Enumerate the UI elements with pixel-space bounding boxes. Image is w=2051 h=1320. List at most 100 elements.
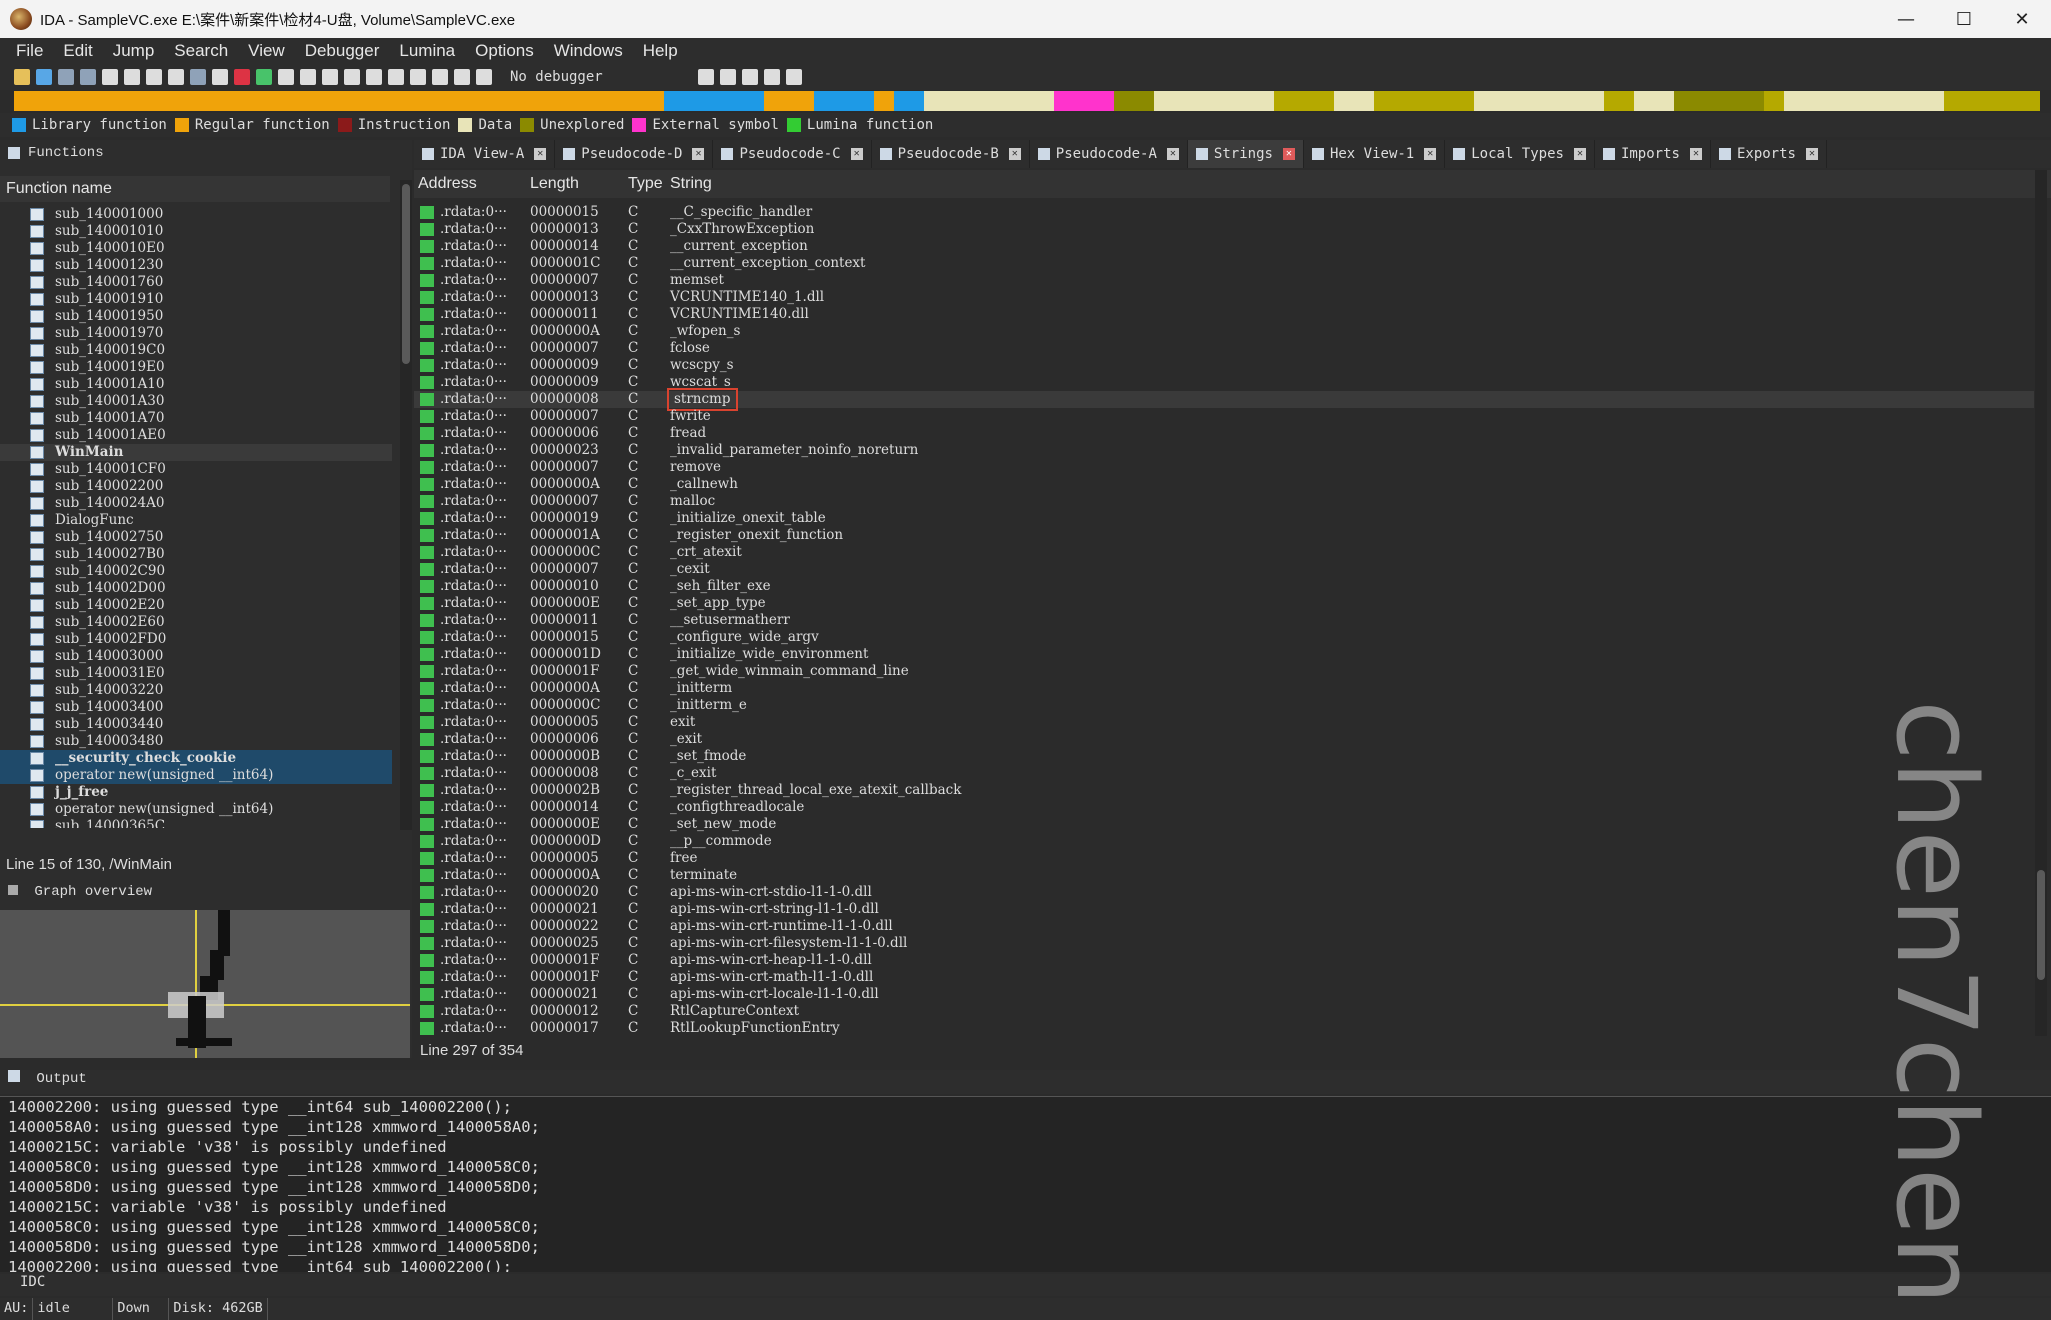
string-row[interactable]: .rdata:0··· 00000021 Capi-ms-win-crt-strin… [414, 901, 2034, 918]
string-row[interactable]: .rdata:0··· 0000000B C _set_fmode [414, 748, 2034, 765]
function-list-item[interactable]: operator new(unsigned __int64) [0, 801, 392, 818]
string-row[interactable]: .rdata:0··· 00000007 Cfwrite [414, 408, 2034, 425]
string-row[interactable]: .rdata:0··· 0000001C C __current_exception_… [414, 255, 2034, 272]
struct-icon[interactable] [344, 69, 360, 85]
string-row[interactable]: .rdata:0··· 0000000C C _initterm_e [414, 697, 2034, 714]
string-row[interactable]: .rdata:0··· 00000006 Cfread [414, 425, 2034, 442]
tab-pseudocode-b[interactable]: Pseudocode-B ✕ [872, 140, 1030, 168]
menu-search[interactable]: Search [164, 41, 238, 61]
function-list-item[interactable]: sub_140002C90 [0, 563, 392, 580]
function-list-item[interactable]: sub_140003000 [0, 648, 392, 665]
string-row[interactable]: .rdata:0··· 0000000E C _set_new_mode [414, 816, 2034, 833]
string-row[interactable]: .rdata:0··· 00000007 Cfclose [414, 340, 2034, 357]
string-row[interactable]: .rdata:0··· 00000022 Capi-ms-win-crt-runti… [414, 918, 2034, 935]
back-icon[interactable] [58, 69, 74, 85]
tab-imports[interactable]: Imports ✕ [1595, 140, 1711, 168]
function-list-item[interactable]: DialogFunc [0, 512, 392, 529]
string-row[interactable]: .rdata:0··· 00000014 C _configthreadlocale [414, 799, 2034, 816]
menu-debugger[interactable]: Debugger [295, 41, 390, 61]
graph-overview-canvas[interactable] [0, 910, 410, 1058]
string-row[interactable]: .rdata:0··· 0000000A C _initterm [414, 680, 2034, 697]
function-list-item[interactable]: sub_140001A30 [0, 393, 392, 410]
maximize-button[interactable]: ☐ [1935, 0, 1993, 38]
search-binary-icon[interactable] [124, 69, 140, 85]
function-list-item[interactable]: sub_140002E60 [0, 614, 392, 631]
string-row[interactable]: .rdata:0··· 00000025 Capi-ms-win-crt-files… [414, 935, 2034, 952]
string-row[interactable]: .rdata:0··· 00000006 C _exit [414, 731, 2034, 748]
menu-windows[interactable]: Windows [544, 41, 633, 61]
stop-debug-icon[interactable] [476, 69, 492, 85]
column-type[interactable]: Type [628, 175, 670, 193]
menu-file[interactable]: File [6, 41, 53, 61]
string-row[interactable]: .rdata:0··· 00000010 C _seh_filter_exe [414, 578, 2034, 595]
string-row[interactable]: .rdata:0··· 0000000D C __p__commode [414, 833, 2034, 850]
idc-command-line[interactable]: IDC [0, 1274, 2051, 1296]
outdent-icon[interactable] [786, 69, 802, 85]
search-next-icon[interactable] [168, 69, 184, 85]
string-row[interactable]: .rdata:0··· 0000000A Cterminate [414, 867, 2034, 884]
function-list-item[interactable]: sub_1400019C0 [0, 342, 392, 359]
stop-icon[interactable] [234, 69, 250, 85]
column-string[interactable]: String [670, 175, 712, 193]
close-tab-icon[interactable]: ✕ [1573, 148, 1586, 160]
function-list-item[interactable]: sub_140003440 [0, 716, 392, 733]
string-row[interactable]: .rdata:0··· 0000000E C _set_app_type [414, 595, 2034, 612]
function-list-item[interactable]: sub_140001910 [0, 291, 392, 308]
breakpoint-icon[interactable] [410, 69, 426, 85]
patch-icon[interactable] [388, 69, 404, 85]
forward-icon[interactable] [80, 69, 96, 85]
undefine-icon[interactable] [322, 69, 338, 85]
string-row[interactable]: .rdata:0··· 00000015 C _configure_wide_argv [414, 629, 2034, 646]
close-window-button[interactable]: ✕ [1993, 0, 2051, 38]
function-list-item[interactable]: sub_140002750 [0, 529, 392, 546]
function-list-item[interactable]: sub_1400027B0 [0, 546, 392, 563]
function-list-item[interactable]: sub_1400010E0 [0, 240, 392, 257]
string-row[interactable]: .rdata:0··· 0000000A C _callnewh [414, 476, 2034, 493]
string-row[interactable]: .rdata:0··· 0000000C C _crt_atexit [414, 544, 2034, 561]
debugger-select[interactable]: No debugger [506, 67, 692, 87]
tab-pseudocode-a[interactable]: Pseudocode-A ✕ [1030, 140, 1188, 168]
tab-local-types[interactable]: Local Types ✕ [1445, 140, 1595, 168]
function-list-item[interactable]: j_j_free [0, 784, 392, 801]
function-list-item[interactable]: sub_140001230 [0, 257, 392, 274]
tab-hex-view-1[interactable]: Hex View-1 ✕ [1304, 140, 1446, 168]
jump-icon[interactable] [190, 69, 206, 85]
string-row[interactable]: .rdata:0··· 00000023 C _invalid_parameter_n… [414, 442, 2034, 459]
string-row[interactable]: .rdata:0··· 00000020 Capi-ms-win-crt-stdio… [414, 884, 2034, 901]
string-row[interactable]: .rdata:0··· 0000002B C _register_thread_loc… [414, 782, 2034, 799]
close-tab-icon[interactable]: ✕ [850, 148, 863, 160]
string-row[interactable]: .rdata:0··· 00000005 Cexit [414, 714, 2034, 731]
function-list-item[interactable]: sub_140001950 [0, 308, 392, 325]
string-row[interactable]: .rdata:0··· 00000007 Cmalloc [414, 493, 2034, 510]
close-tab-icon[interactable]: ✕ [1689, 148, 1702, 160]
close-tab-icon[interactable]: ✕ [1166, 148, 1179, 160]
function-list-item[interactable]: sub_1400019E0 [0, 359, 392, 376]
output-console[interactable]: 140002200: using guessed type __int64 su… [0, 1096, 2051, 1272]
save-icon[interactable] [36, 69, 52, 85]
function-list-item[interactable]: sub_140003480 [0, 733, 392, 750]
list-icon[interactable] [742, 69, 758, 85]
function-list-item[interactable]: sub_140001760 [0, 274, 392, 291]
string-row[interactable]: .rdata:0··· 00000008 C _c_exit [414, 765, 2034, 782]
function-list[interactable]: sub_140001000 sub_140001010 sub_1400010E0 s… [0, 206, 392, 828]
function-list-item[interactable]: sub_140003400 [0, 699, 392, 716]
search-immediate-icon[interactable] [146, 69, 162, 85]
close-tab-icon[interactable]: ✕ [534, 148, 547, 160]
proximity-icon[interactable] [720, 69, 736, 85]
function-list-item[interactable]: sub_140001010 [0, 223, 392, 240]
code-icon[interactable] [278, 69, 294, 85]
function-list-item[interactable]: sub_140002200 [0, 478, 392, 495]
string-row[interactable]: .rdata:0··· 00000019 C _initialize_onexit_t… [414, 510, 2034, 527]
string-row[interactable]: .rdata:0··· 00000009 Cwcscpy_s [414, 357, 2034, 374]
function-list-item[interactable]: sub_140002D00 [0, 580, 392, 597]
function-list-item[interactable]: sub_1400024A0 [0, 495, 392, 512]
string-row[interactable]: .rdata:0··· 00000009 Cwcscat_s [414, 374, 2034, 391]
function-list-item[interactable]: operator new(unsigned __int64) [0, 767, 392, 784]
tab-strings[interactable]: Strings ✕ [1187, 140, 1304, 168]
function-list-item[interactable]: sub_140001AE0 [0, 427, 392, 444]
tab-exports[interactable]: Exports ✕ [1711, 140, 1827, 168]
column-address[interactable]: Address [414, 175, 530, 193]
search-text-icon[interactable] [102, 69, 118, 85]
function-name-column-header[interactable]: Function name [0, 176, 390, 202]
function-list-item[interactable]: sub_14000365C [0, 818, 392, 828]
